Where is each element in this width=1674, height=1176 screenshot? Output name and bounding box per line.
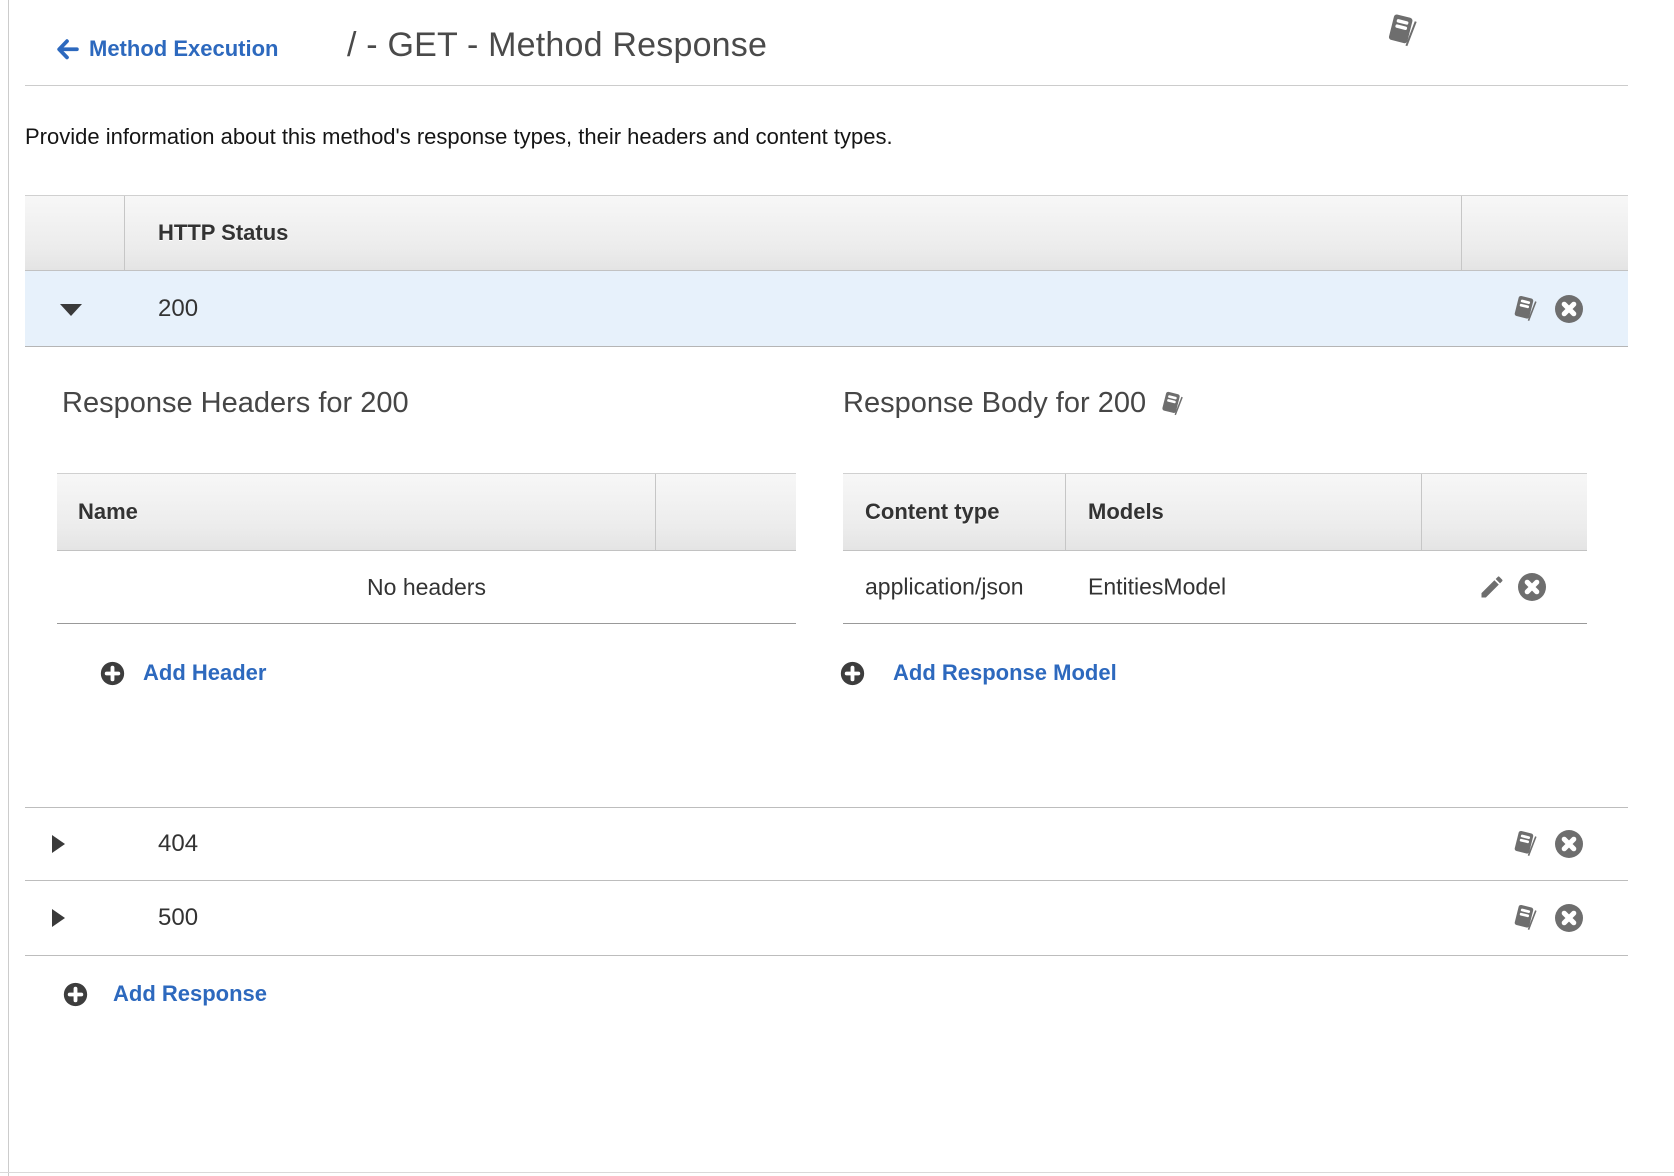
name-column-header: Name bbox=[78, 499, 138, 525]
method-response-page: Method Execution / - GET - Method Respon… bbox=[0, 0, 1674, 1176]
no-headers-row: No headers bbox=[57, 551, 796, 624]
add-response-model-button[interactable]: Add Response Model bbox=[840, 660, 1117, 686]
x-circle-icon[interactable] bbox=[1554, 294, 1584, 324]
add-header-button[interactable]: Add Header bbox=[100, 660, 266, 686]
response-body-title: Response Body for 200 bbox=[843, 387, 1186, 420]
page-title: / - GET - Method Response bbox=[347, 26, 767, 65]
add-response-model-label: Add Response Model bbox=[893, 660, 1117, 686]
content-type-column-header: Content type bbox=[865, 499, 999, 525]
content-type-value: application/json bbox=[865, 574, 1024, 601]
status-row-200[interactable]: 200 bbox=[25, 271, 1628, 347]
plus-circle-icon bbox=[840, 661, 865, 686]
caret-right-icon[interactable] bbox=[52, 909, 65, 927]
response-headers-title: Response Headers for 200 bbox=[62, 387, 409, 420]
plus-circle-icon bbox=[100, 661, 125, 686]
models-column-header: Models bbox=[1088, 499, 1164, 525]
status-table-header: HTTP Status bbox=[25, 195, 1628, 271]
status-code: 404 bbox=[158, 830, 198, 858]
book-icon[interactable] bbox=[1510, 829, 1540, 859]
response-body-table-header: Content type Models bbox=[843, 473, 1587, 551]
pencil-icon[interactable] bbox=[1478, 573, 1506, 601]
plus-circle-icon bbox=[63, 982, 88, 1007]
status-row-500[interactable]: 500 bbox=[25, 880, 1628, 956]
column-divider bbox=[1065, 474, 1066, 550]
caret-down-icon[interactable] bbox=[60, 304, 82, 316]
status-row-404[interactable]: 404 bbox=[25, 807, 1628, 880]
book-icon[interactable] bbox=[1510, 294, 1540, 324]
back-to-method-execution-link[interactable]: Method Execution bbox=[55, 36, 278, 62]
column-divider bbox=[124, 196, 125, 270]
book-icon[interactable] bbox=[1510, 903, 1540, 933]
x-circle-icon[interactable] bbox=[1517, 572, 1547, 602]
page-bottom-border bbox=[0, 1172, 1674, 1173]
http-status-column-header: HTTP Status bbox=[158, 220, 288, 246]
model-value: EntitiesModel bbox=[1088, 574, 1226, 601]
no-headers-text: No headers bbox=[57, 551, 796, 623]
response-headers-table-header: Name bbox=[57, 473, 796, 551]
status-code: 200 bbox=[158, 295, 198, 323]
add-response-label: Add Response bbox=[113, 981, 267, 1007]
status-code: 500 bbox=[158, 904, 198, 932]
response-headers-title-text: Response Headers for 200 bbox=[62, 387, 409, 420]
book-icon[interactable] bbox=[1383, 12, 1421, 50]
page-left-border bbox=[8, 0, 9, 1176]
response-headers-table: Name No headers bbox=[57, 473, 796, 624]
add-header-label: Add Header bbox=[143, 660, 266, 686]
column-divider bbox=[1461, 196, 1462, 270]
column-divider bbox=[655, 474, 656, 550]
response-body-title-text: Response Body for 200 bbox=[843, 387, 1146, 420]
x-circle-icon[interactable] bbox=[1554, 903, 1584, 933]
book-icon[interactable] bbox=[1158, 390, 1186, 418]
column-divider bbox=[1421, 474, 1422, 550]
add-response-button[interactable]: Add Response bbox=[63, 981, 267, 1007]
caret-right-icon[interactable] bbox=[52, 835, 65, 853]
x-circle-icon[interactable] bbox=[1554, 829, 1584, 859]
page-description: Provide information about this method's … bbox=[25, 124, 893, 150]
back-link-label: Method Execution bbox=[89, 36, 278, 62]
response-body-table: Content type Models application/json Ent… bbox=[843, 473, 1587, 624]
back-arrow-icon bbox=[55, 37, 80, 62]
header-divider bbox=[25, 85, 1628, 86]
response-model-row: application/json EntitiesModel bbox=[843, 551, 1587, 624]
